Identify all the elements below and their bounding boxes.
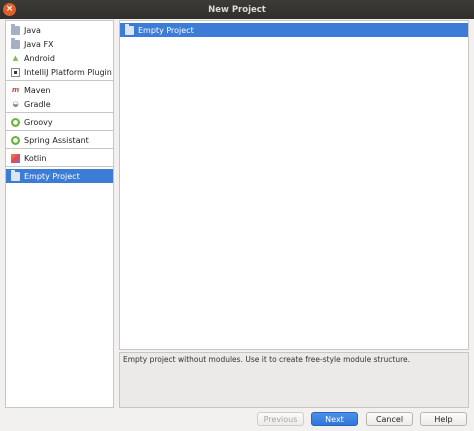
template-panel: Empty Project Empty project without modu… — [119, 20, 469, 408]
template-item-label: Empty Project — [138, 25, 194, 35]
new-project-dialog: Java Java FX ▲ Android ▪ IntelliJ Platfo… — [0, 19, 474, 431]
gradle-icon: ◒ — [12, 99, 19, 108]
folder-icon — [11, 169, 20, 181]
window-title: New Project — [208, 4, 266, 15]
sidebar-item-label: Empty Project — [24, 171, 80, 181]
folder-icon — [11, 23, 20, 35]
sidebar-item-label: Spring Assistant — [24, 135, 89, 145]
sidebar-item-android[interactable]: ▲ Android — [6, 51, 113, 65]
previous-button[interactable]: Previous — [257, 412, 304, 426]
sidebar-item-label: Groovy — [24, 117, 53, 127]
sidebar-item-label: Maven — [24, 85, 51, 95]
sidebar-item-label: Kotlin — [24, 153, 47, 163]
help-button[interactable]: Help — [420, 412, 467, 426]
folder-icon — [11, 37, 20, 49]
sidebar-item-intellij-platform-plugin[interactable]: ▪ IntelliJ Platform Plugin — [6, 65, 113, 79]
sidebar-group-java: Java Java FX ▲ Android ▪ IntelliJ Platfo… — [6, 21, 113, 81]
sidebar-group-build: m Maven ◒ Gradle — [6, 81, 113, 113]
close-icon[interactable]: × — [3, 3, 16, 16]
sidebar-item-spring-assistant[interactable]: ● Spring Assistant — [6, 133, 113, 147]
sidebar-item-maven[interactable]: m Maven — [6, 83, 113, 97]
intellij-icon: ▪ — [11, 67, 20, 77]
button-bar: Previous Next Cancel Help — [0, 410, 474, 430]
sidebar-group-groovy: ● Groovy — [6, 113, 113, 131]
template-description: Empty project without modules. Use it to… — [119, 352, 469, 408]
sidebar-item-java[interactable]: Java — [6, 23, 113, 37]
kotlin-icon — [11, 153, 20, 163]
sidebar-item-label: Java — [24, 25, 41, 35]
sidebar-item-label: IntelliJ Platform Plugin — [24, 67, 112, 77]
cancel-button[interactable]: Cancel — [366, 412, 413, 426]
android-icon: ▲ — [12, 53, 19, 62]
next-button[interactable]: Next — [311, 412, 358, 426]
maven-icon: m — [11, 85, 20, 94]
sidebar-item-label: Gradle — [24, 99, 51, 109]
sidebar-item-java-fx[interactable]: Java FX — [6, 37, 113, 51]
sidebar-item-groovy[interactable]: ● Groovy — [6, 115, 113, 129]
groovy-icon: ● — [11, 117, 20, 127]
sidebar-item-empty-project[interactable]: Empty Project — [6, 169, 113, 183]
sidebar-group-empty: Empty Project — [6, 167, 113, 184]
sidebar-group-kotlin: Kotlin — [6, 149, 113, 167]
spring-icon: ● — [11, 135, 20, 145]
sidebar-item-label: Android — [24, 53, 55, 63]
template-list: Empty Project — [119, 20, 469, 350]
sidebar-item-label: Java FX — [24, 39, 54, 49]
sidebar-group-spring: ● Spring Assistant — [6, 131, 113, 149]
title-bar: × New Project — [0, 0, 474, 19]
project-type-list: Java Java FX ▲ Android ▪ IntelliJ Platfo… — [5, 20, 114, 408]
sidebar-item-kotlin[interactable]: Kotlin — [6, 151, 113, 165]
folder-icon — [125, 23, 134, 35]
sidebar-item-gradle[interactable]: ◒ Gradle — [6, 97, 113, 111]
template-item-empty-project[interactable]: Empty Project — [120, 23, 468, 37]
